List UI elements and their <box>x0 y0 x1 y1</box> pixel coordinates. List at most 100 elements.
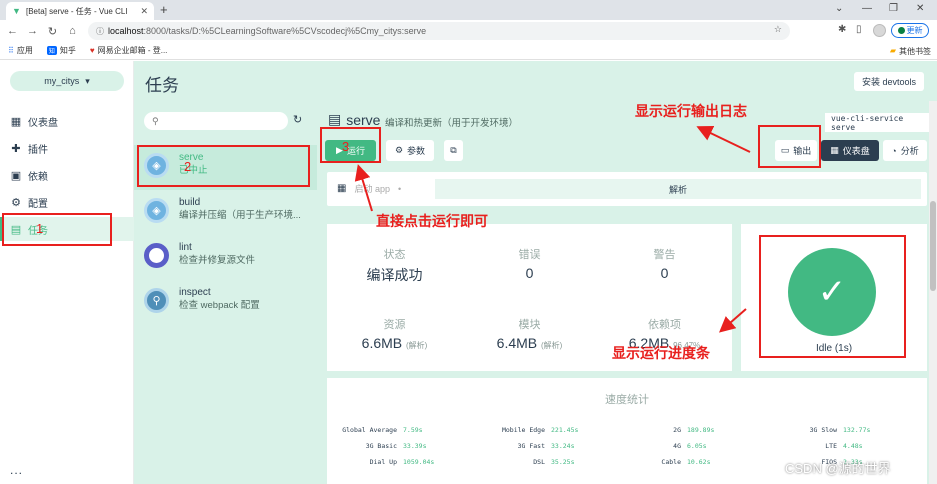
speed-value: 7.59s <box>403 426 423 434</box>
stat-sub: (解析) <box>406 341 428 350</box>
scrollbar[interactable] <box>929 101 937 484</box>
annotation-box-idle <box>759 235 906 358</box>
speed-cell: Mobile Edge 221.45s <box>499 426 578 434</box>
annotation-box-tasks <box>2 213 112 246</box>
task-name: inspect <box>179 287 211 298</box>
speed-value: 221.45s <box>551 426 579 434</box>
refresh-icon[interactable]: ↻ <box>293 113 302 126</box>
update-button[interactable]: 更新 <box>891 23 929 38</box>
speed-cell: Dial Up 1059.04s <box>341 458 435 466</box>
sidebar-item-label: 仪表盘 <box>28 117 58 129</box>
task-cube-icon: ◈ <box>144 198 169 223</box>
scroll-thumb[interactable] <box>930 201 936 291</box>
status-left: ▦ 启动 app • <box>337 182 401 195</box>
speed-title: 速度统计 <box>605 394 649 406</box>
progress-band: 解析 <box>435 179 921 199</box>
search-input[interactable]: ⚲ <box>144 112 288 130</box>
home-icon[interactable]: ⌂ <box>65 25 80 37</box>
speed-key: Dial Up <box>369 458 397 466</box>
task-item-build[interactable]: ◈ build 编译并压缩（用于生产环境... <box>134 190 317 235</box>
bookmark-zhihu[interactable]: 知 知乎 <box>46 45 76 56</box>
extensions-icon[interactable]: ✱ <box>838 24 846 35</box>
apps-grid-icon: ⠿ <box>8 46 14 55</box>
install-devtools-button[interactable]: 安装 devtools <box>853 72 924 91</box>
inspect-icon: ⚲ <box>144 288 169 313</box>
info-icon: ⓘ <box>96 26 104 36</box>
forward-icon[interactable]: → <box>25 25 40 37</box>
eslint-icon <box>144 243 169 268</box>
back-icon[interactable]: ← <box>5 25 20 37</box>
project-name: my_citys <box>44 76 80 86</box>
puzzle-icon: ✚ <box>11 142 21 155</box>
reload-icon[interactable]: ↻ <box>45 25 60 38</box>
dashboard-icon: ▦ <box>10 115 22 128</box>
annotation-output-log: 显示运行输出日志 <box>635 103 747 119</box>
more-icon[interactable]: ... <box>10 463 23 477</box>
browser-tab[interactable]: ▼ [Beta] serve - 任务 - Vue CLI ✕ <box>6 2 154 20</box>
speed-value: 33.39s <box>403 442 427 450</box>
sidebar-item-config[interactable]: ⚙ 配置 <box>0 190 134 214</box>
sidepanel-icon[interactable]: ▯ <box>856 24 862 35</box>
speed-key: 3G Basic <box>365 442 397 450</box>
task-item-lint[interactable]: lint 检查并修复源文件 <box>134 235 317 280</box>
bookmark-mail[interactable]: ♥ 网易企业邮箱 - 登... <box>90 45 168 56</box>
dashboard-icon: ▦ <box>830 145 839 155</box>
other-bookmarks[interactable]: ▰ 其他书签 <box>890 46 931 57</box>
speed-value: 189.89s <box>687 426 715 434</box>
folder-icon: ▰ <box>889 46 896 55</box>
stat-assets: 资源 6.6MB (解析) <box>327 316 462 351</box>
sidebar-item-label: 配置 <box>28 198 48 210</box>
bookmark-apps[interactable]: ⠿ 应用 <box>8 45 33 56</box>
speed-value: 6.05s <box>687 442 707 450</box>
task-item-inspect[interactable]: ⚲ inspect 检查 webpack 配置 <box>134 280 317 325</box>
parameters-button[interactable]: ⚙ 参数 <box>386 140 434 161</box>
speed-cell: Global Average 7.59s <box>341 426 423 434</box>
dashboard-icon: ▦ <box>337 183 347 194</box>
stat-label: 错误 <box>518 249 541 261</box>
url-input[interactable]: ⓘ localhost :8000/tasks/D:%5CLearningSof… <box>88 22 790 40</box>
command-badge: vue-cli-service serve <box>825 113 937 132</box>
stat-label: 依赖项 <box>648 319 681 331</box>
build-status-bar: ▦ 启动 app • 解析 <box>327 172 927 206</box>
dashboard-button[interactable]: ▦ 仪表盘 <box>821 140 879 161</box>
speed-cell: 3G Slow 132.77s <box>797 426 871 434</box>
annotation-number-1: 1 <box>36 221 44 236</box>
restore-icon[interactable]: ❐ <box>889 3 898 14</box>
profile-avatar[interactable] <box>873 24 886 37</box>
dot-separator-icon: • <box>397 183 402 194</box>
gear-icon: ⚙ <box>394 145 404 155</box>
speed-key: DSL <box>533 458 545 466</box>
watermark: CSDN @源的世界 <box>785 461 891 476</box>
new-tab-icon[interactable]: + <box>160 3 168 17</box>
open-external-button[interactable]: ⧉ <box>444 140 463 161</box>
close-window-icon[interactable]: ✕ <box>916 3 924 14</box>
stat-label: 资源 <box>383 319 406 331</box>
bookmark-label: 知乎 <box>59 46 76 55</box>
task-description: 编译和热更新（用于开发环境） <box>385 118 519 129</box>
stat-value: 编译成功 <box>366 267 423 283</box>
speed-cell: 3G Fast 33.24s <box>499 442 575 450</box>
sidebar-item-plugins[interactable]: ✚ 插件 <box>0 136 134 160</box>
tab-close-icon[interactable]: ✕ <box>140 6 148 17</box>
page-header: 任务 安装 devtools <box>134 61 937 101</box>
speed-cell: DSL 35.25s <box>499 458 574 466</box>
speed-key: 3G Slow <box>809 426 837 434</box>
minimize-icon[interactable]: — <box>862 3 872 14</box>
task-name: lint <box>179 242 192 253</box>
task-title-text: serve <box>346 111 381 128</box>
sidebar-item-dependencies[interactable]: ▣ 依赖 <box>0 163 134 187</box>
stat-label: 状态 <box>383 249 406 261</box>
speed-key: Mobile Edge <box>501 426 545 434</box>
update-dot-icon <box>897 27 905 34</box>
bookmarks-bar: ⠿ 应用 知 知乎 ♥ 网易企业邮箱 - 登... <box>0 42 937 60</box>
speed-key: 3G Fast <box>517 442 545 450</box>
stat-value: 0 <box>660 265 669 281</box>
project-selector[interactable]: my_citys ▾ <box>10 71 124 91</box>
params-label: 参数 <box>407 146 426 156</box>
chevron-down-icon[interactable]: ⌄ <box>835 3 843 14</box>
sidebar-item-dashboard[interactable]: ▦ 仪表盘 <box>0 109 134 133</box>
star-icon[interactable]: ☆ <box>774 24 782 35</box>
task-desc: 编译并压缩（用于生产环境... <box>179 210 301 221</box>
annotation-box-run <box>320 127 381 163</box>
analysis-button[interactable]: ◔ 分析 <box>883 140 927 161</box>
